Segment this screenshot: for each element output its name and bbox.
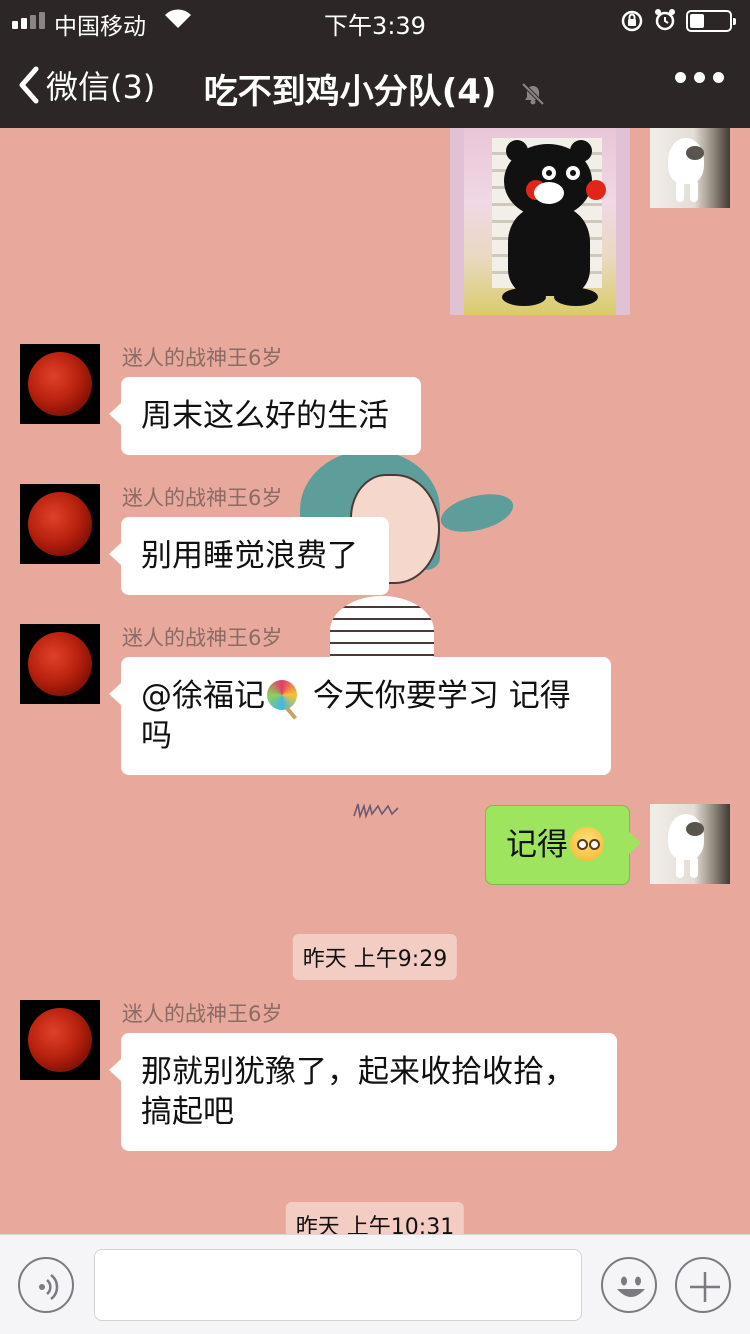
nav-bar: 微信(3) 吃不到鸡小分队(4) (0, 44, 750, 128)
my-avatar[interactable] (650, 804, 730, 884)
sender-avatar[interactable] (20, 484, 100, 564)
more-dots-icon (675, 72, 686, 83)
flushed-emoji-icon (570, 827, 604, 861)
emoji-icon (617, 1276, 645, 1297)
sender-avatar[interactable] (20, 1000, 100, 1080)
lollipop-emoji-icon (267, 680, 297, 710)
rotation-lock-icon (621, 10, 643, 32)
message-bubble[interactable]: 那就别犹豫了，起来收拾收拾，搞起吧 (109, 1033, 617, 1151)
sender-name: 迷人的战神王6岁 (122, 1002, 283, 1026)
mention-text[interactable]: @徐福记 (141, 678, 265, 714)
chat-title-text: 吃不到鸡小分队(4) (203, 72, 497, 112)
message-bubble[interactable]: 别用睡觉浪费了 (109, 517, 389, 595)
sender-name: 迷人的战神王6岁 (122, 346, 283, 370)
emoji-button[interactable] (601, 1257, 657, 1313)
sender-name: 迷人的战神王6岁 (122, 486, 283, 510)
alarm-icon (655, 9, 675, 31)
kumamon-sticker-image[interactable] (450, 128, 630, 315)
voice-icon (39, 1274, 59, 1300)
message-text: 周末这么好的生活 (141, 398, 389, 434)
chat-title: 吃不到鸡小分队(4) (0, 64, 750, 113)
battery-icon (686, 10, 736, 32)
chat-area[interactable]: 迷人的战神王6岁 周末这么好的生活 迷人的战神王6岁 别用睡觉浪费了 迷人的战神… (0, 128, 750, 1234)
sender-avatar[interactable] (20, 344, 100, 424)
plus-icon (690, 1272, 720, 1302)
status-bar: 中国移动 下午3:39 (0, 0, 750, 40)
message-text: 记得 (506, 827, 568, 863)
top-bar: 中国移动 下午3:39 微信(3) 吃不到鸡小分队(4) (0, 0, 750, 128)
more-button[interactable] (675, 72, 724, 83)
timestamp: 昨天 上午10:31 (285, 1202, 465, 1234)
voice-button[interactable] (18, 1257, 74, 1313)
my-message-bubble[interactable]: 记得 (485, 805, 641, 885)
input-bar (0, 1234, 750, 1334)
my-avatar[interactable] (650, 128, 730, 208)
plus-button[interactable] (675, 1257, 731, 1313)
sender-name: 迷人的战神王6岁 (122, 626, 283, 650)
sender-avatar[interactable] (20, 624, 100, 704)
message-bubble[interactable]: 周末这么好的生活 (109, 377, 421, 455)
message-text: 那就别犹豫了，起来收拾收拾，搞起吧 (141, 1054, 575, 1130)
message-input[interactable] (94, 1249, 582, 1321)
doodle-mark (353, 803, 399, 819)
message-text: 别用睡觉浪费了 (141, 538, 358, 574)
timestamp: 昨天 上午9:29 (292, 934, 458, 980)
bell-off-icon (521, 82, 545, 105)
message-bubble[interactable]: @徐福记 今天你要学习 记得吗 (109, 657, 611, 775)
